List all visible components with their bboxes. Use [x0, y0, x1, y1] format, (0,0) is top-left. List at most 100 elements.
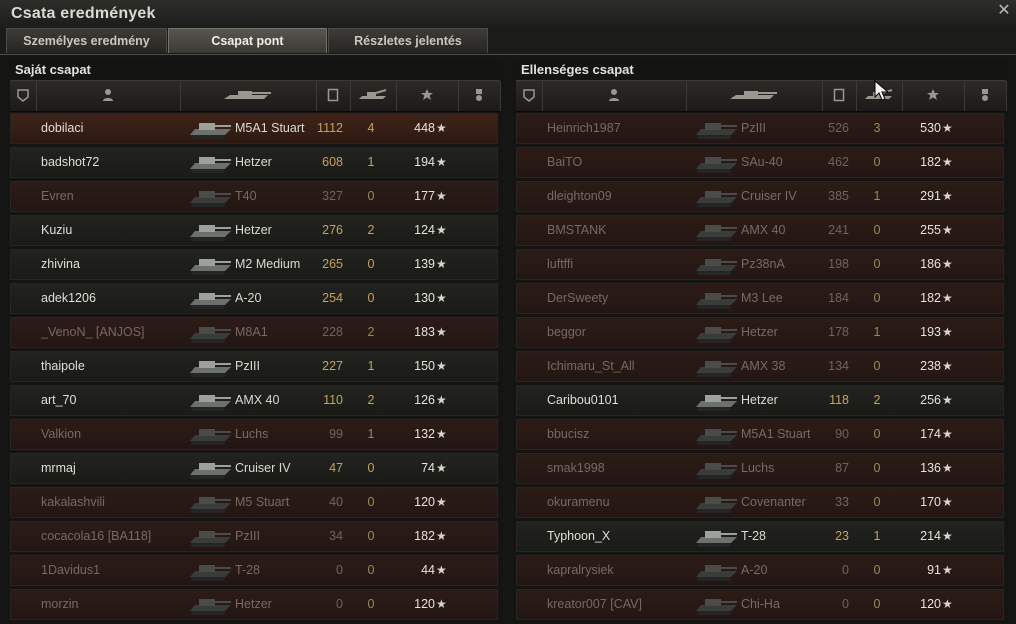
squad-icon	[523, 88, 535, 104]
close-icon[interactable]: ✕	[996, 3, 1012, 19]
kills-value: 0	[367, 291, 375, 305]
player-row[interactable]: okuramenu Covenanter 33 0 170 ★	[516, 487, 1004, 518]
experience-value: 327	[322, 189, 343, 203]
player-row[interactable]: zhivina M2 Medium 265 0 139 ★	[10, 249, 498, 280]
player-row[interactable]: Valkion Luchs 99 1 132 ★	[10, 419, 498, 450]
star-icon: ★	[436, 359, 447, 373]
points-value: 150	[414, 359, 435, 373]
player-row[interactable]: art_70 AMX 40 110 2 126 ★	[10, 385, 498, 416]
player-row[interactable]: smak1998 Luchs 87 0 136 ★	[516, 453, 1004, 484]
player-row[interactable]: beggor Hetzer 178 1 193 ★	[516, 317, 1004, 348]
player-name: zhivina	[41, 257, 80, 271]
player-name: beggor	[547, 325, 586, 339]
header-xp[interactable]	[316, 81, 351, 111]
points-value: 130	[414, 291, 435, 305]
player-name: badshot72	[41, 155, 100, 169]
player-name: DerSweety	[547, 291, 609, 305]
player-row[interactable]: kakalashvili M5 Stuart 40 0 120 ★	[10, 487, 498, 518]
window-title: Csata eredmények	[11, 5, 156, 22]
star-icon: ★	[942, 291, 953, 305]
player-name: kapralrysiek	[547, 563, 614, 577]
tank-name: Cruiser IV	[235, 461, 291, 475]
player-row[interactable]: morzin Hetzer 0 0 120 ★	[10, 589, 498, 620]
player-row[interactable]: DerSweety M3 Lee 184 0 182 ★	[516, 283, 1004, 314]
header-player[interactable]	[36, 81, 181, 111]
player-row[interactable]: badshot72 Hetzer 608 1 194 ★	[10, 147, 498, 178]
experience-value: 526	[828, 121, 849, 135]
player-row[interactable]: Evren T40 327 0 177 ★	[10, 181, 498, 212]
tab-detailed-report[interactable]: Részletes jelentés	[328, 28, 488, 53]
player-row[interactable]: adek1206 A-20 254 0 130 ★	[10, 283, 498, 314]
player-row[interactable]: Kuziu Hetzer 276 2 124 ★	[10, 215, 498, 246]
player-row[interactable]: dobilaci M5A1 Stuart 1112 4 448 ★	[10, 113, 498, 144]
player-icon	[608, 88, 620, 104]
tank-icon	[187, 184, 233, 210]
points-value: 256	[920, 393, 941, 407]
player-row[interactable]: 1Davidus1 T-28 0 0 44 ★	[10, 555, 498, 586]
header-squad[interactable]	[516, 81, 543, 111]
star-icon: ★	[436, 189, 447, 203]
player-name: kakalashvili	[41, 495, 105, 509]
experience-value: 99	[329, 427, 343, 441]
tab-personal-result[interactable]: Személyes eredmény	[6, 28, 167, 53]
player-row[interactable]: bbucisz M5A1 Stuart 90 0 174 ★	[516, 419, 1004, 450]
header-points[interactable]	[902, 81, 965, 111]
player-row[interactable]: kreator007 [CAV] Chi-Ha 0 0 120 ★	[516, 589, 1004, 620]
player-row[interactable]: kapralrysiek A-20 0 0 91 ★	[516, 555, 1004, 586]
player-row[interactable]: Heinrich1987 PzIII 526 3 530 ★	[516, 113, 1004, 144]
squad-icon	[17, 88, 29, 104]
points-value: 182	[920, 155, 941, 169]
experience-value: 33	[835, 495, 849, 509]
experience-value: 118	[829, 393, 849, 407]
points-value: 126	[414, 393, 435, 407]
tank-name: Covenanter	[741, 495, 806, 509]
experience-value: 0	[336, 563, 343, 577]
player-name: Valkion	[41, 427, 82, 441]
tab-team-score[interactable]: Csapat pont	[168, 28, 327, 53]
header-vehicle[interactable]	[180, 81, 317, 111]
player-row[interactable]: Caribou0101 Hetzer 118 2 256 ★	[516, 385, 1004, 416]
points-value: 530	[920, 121, 941, 135]
tank-icon	[693, 422, 739, 448]
player-row[interactable]: BaiTO SAu-40 462 0 182 ★	[516, 147, 1004, 178]
header-kills[interactable]	[350, 81, 397, 111]
experience-value: 34	[329, 529, 343, 543]
points-value: 44	[421, 563, 435, 577]
tank-name: Luchs	[741, 461, 775, 475]
player-row[interactable]: dleighton09 Cruiser IV 385 1 291 ★	[516, 181, 1004, 212]
kills-value: 1	[367, 427, 375, 441]
kills-value: 4	[367, 121, 375, 135]
player-row[interactable]: _VenoN_ [ANJOS] M8A1 228 2 183 ★	[10, 317, 498, 348]
header-medal[interactable]	[458, 81, 501, 111]
player-row[interactable]: luftffi Pz38nA 198 0 186 ★	[516, 249, 1004, 280]
player-row[interactable]: mrmaj Cruiser IV 47 0 74 ★	[10, 453, 498, 484]
player-name: dleighton09	[547, 189, 612, 203]
points-value: 186	[920, 257, 941, 271]
tank-name: PzIII	[235, 359, 261, 373]
header-squad[interactable]	[10, 81, 37, 111]
kills-value: 3	[873, 121, 881, 135]
player-row[interactable]: Typhoon_X T-28 23 1 214 ★	[516, 521, 1004, 552]
kills-value: 0	[367, 495, 375, 509]
player-row[interactable]: thaipole PzIII 227 1 150 ★	[10, 351, 498, 382]
header-player[interactable]	[542, 81, 687, 111]
experience-value: 0	[842, 597, 849, 611]
tank-name: Hetzer	[235, 155, 272, 169]
header-points[interactable]	[396, 81, 459, 111]
header-vehicle[interactable]	[686, 81, 823, 111]
player-row[interactable]: Ichimaru_St_All AMX 38 134 0 238 ★	[516, 351, 1004, 382]
tank-icon	[187, 422, 233, 448]
experience-value: 276	[322, 223, 343, 237]
header-xp[interactable]	[822, 81, 857, 111]
points-value: 139	[414, 257, 435, 271]
tank-name: Hetzer	[235, 223, 272, 237]
kills-value: 1	[367, 359, 375, 373]
tank-name: Hetzer	[235, 597, 272, 611]
player-row[interactable]: cocacola16 [BA118] PzIII 34 0 182 ★	[10, 521, 498, 552]
tank-icon	[187, 320, 233, 346]
tank-icon	[693, 490, 739, 516]
player-row[interactable]: BMSTANK AMX 40 241 0 255 ★	[516, 215, 1004, 246]
points-value: 174	[920, 427, 941, 441]
header-medal[interactable]	[964, 81, 1007, 111]
kills-value: 1	[367, 155, 375, 169]
